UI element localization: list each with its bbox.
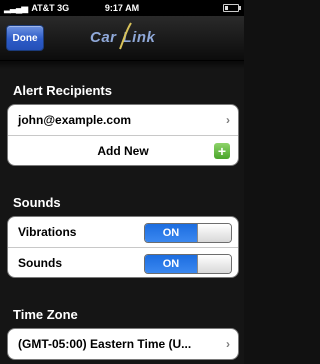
add-new-row[interactable]: Add New + <box>8 135 238 165</box>
vibrations-label: Vibrations <box>18 225 77 239</box>
recipient-row[interactable]: john@example.com › <box>8 105 238 135</box>
section-title-alert-recipients: Alert Recipients <box>13 83 112 98</box>
section-title-sounds: Sounds <box>13 195 61 210</box>
vibrations-toggle-state: ON <box>145 224 197 242</box>
time-zone-value: (GMT-05:00) Eastern Time (U... <box>18 337 192 351</box>
toggle-knob <box>197 224 231 242</box>
chevron-right-icon: › <box>226 113 230 127</box>
navigation-bar: Done Car Link <box>0 16 244 61</box>
status-time: 9:17 AM <box>104 3 140 13</box>
battery-icon <box>223 4 241 12</box>
logo-swoosh-icon <box>119 22 132 50</box>
logo-text-car: Car <box>90 29 117 46</box>
chevron-right-icon: › <box>226 337 230 351</box>
vibrations-row: Vibrations ON <box>8 217 238 247</box>
carlink-logo: Car Link <box>90 22 155 50</box>
done-button[interactable]: Done <box>6 25 44 51</box>
sounds-toggle[interactable]: ON <box>144 254 232 274</box>
settings-content[interactable]: Alert Recipients john@example.com › Add … <box>0 61 244 364</box>
section-title-time-zone: Time Zone <box>13 307 78 322</box>
toggle-knob <box>197 255 231 273</box>
vibrations-toggle[interactable]: ON <box>144 223 232 243</box>
status-bar: ▂▃▄▅ AT&T 3G 9:17 AM <box>0 0 244 16</box>
sounds-label: Sounds <box>18 255 62 270</box>
sounds-row: Sounds ON <box>8 247 238 277</box>
add-new-label: Add New <box>97 143 149 158</box>
alert-recipients-group: john@example.com › Add New + <box>7 104 239 166</box>
sounds-toggle-state: ON <box>145 255 197 273</box>
recipient-email: john@example.com <box>18 113 132 127</box>
add-icon[interactable]: + <box>214 143 230 159</box>
sounds-group: Vibrations ON Sounds ON <box>7 216 239 278</box>
time-zone-group: (GMT-05:00) Eastern Time (U... › <box>7 328 239 360</box>
time-zone-row[interactable]: (GMT-05:00) Eastern Time (U... › <box>8 329 238 359</box>
